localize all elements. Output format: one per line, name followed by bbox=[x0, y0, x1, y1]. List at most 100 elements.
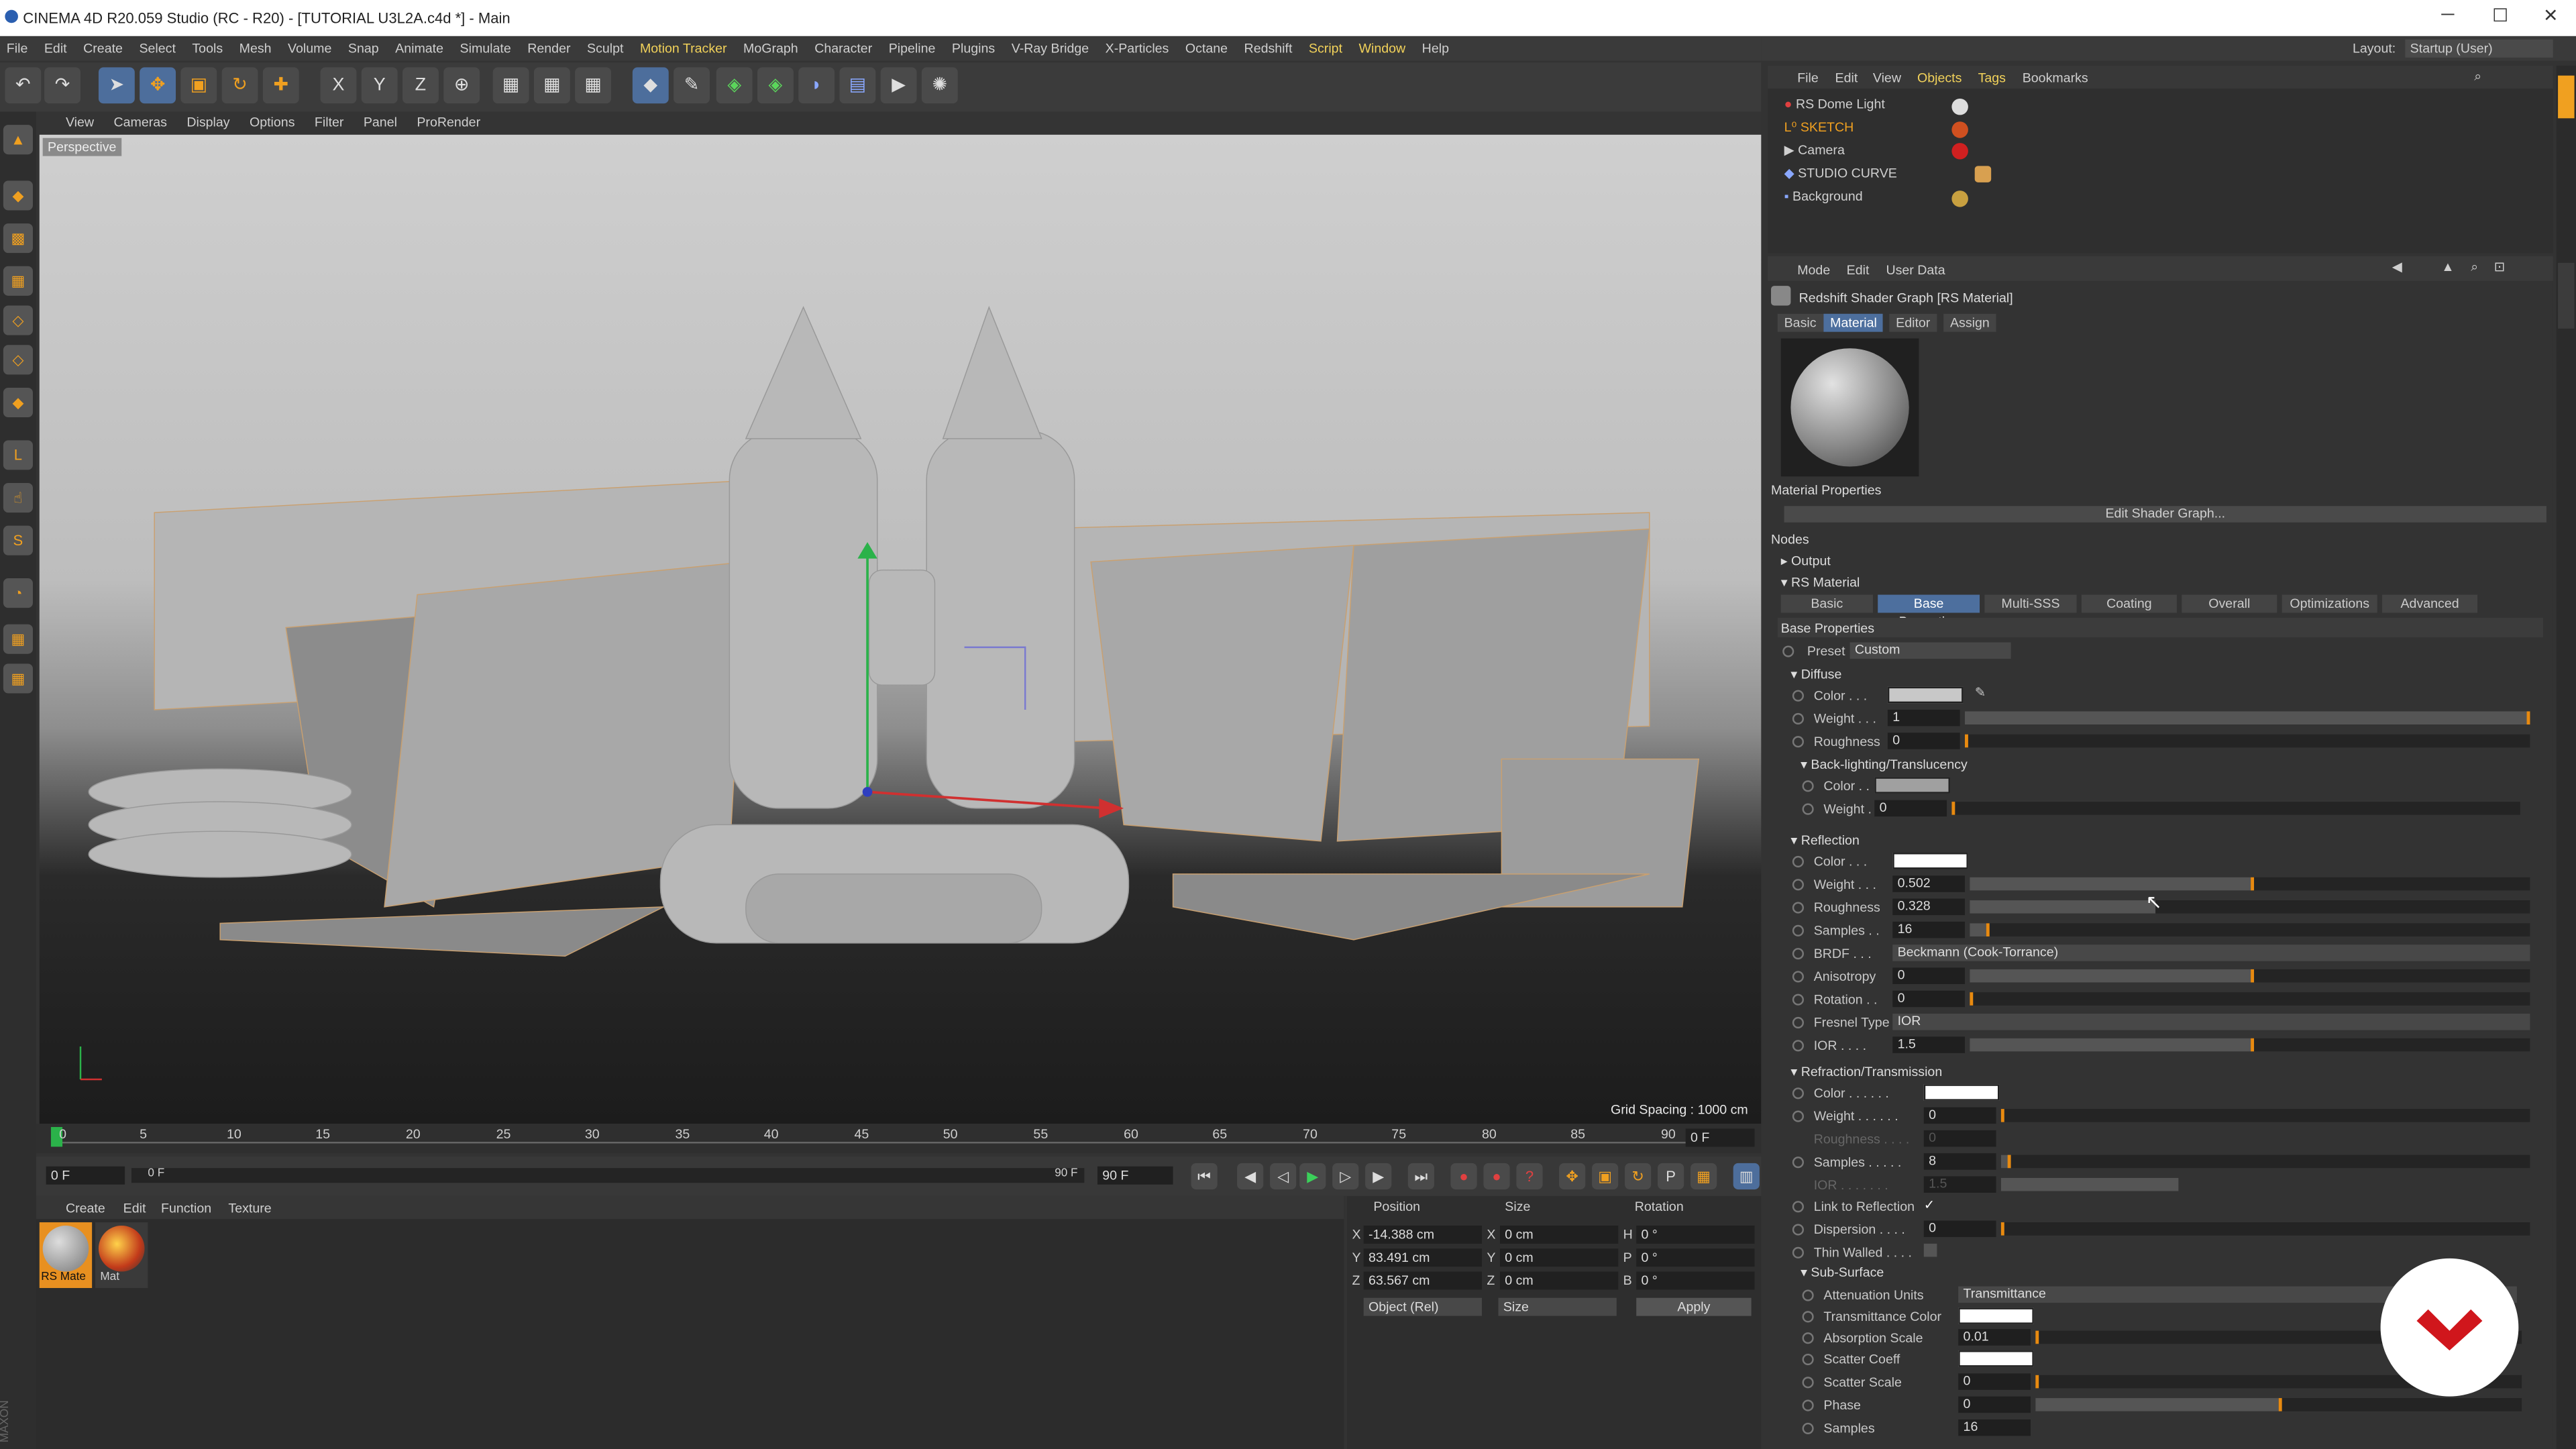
subtab-coating[interactable]: Coating bbox=[2081, 594, 2177, 613]
link-to-reflection-checkbox[interactable]: ✓ bbox=[1924, 1197, 1935, 1212]
reflection-section[interactable]: ▾ Reflection bbox=[1790, 833, 1859, 848]
tweak-mode-icon[interactable]: ☝ bbox=[3, 483, 33, 513]
menu-window[interactable]: Window bbox=[1359, 36, 1406, 61]
size-mode-dropdown[interactable]: Size bbox=[1498, 1297, 1617, 1316]
subtab-multi-sss[interactable]: Multi-SSS bbox=[1984, 594, 2077, 613]
obj-menu-view[interactable]: View bbox=[1873, 70, 1901, 85]
workplane-icon[interactable]: ▦ bbox=[3, 266, 33, 296]
rs-material-node[interactable]: ▾ RS Material bbox=[1781, 575, 1860, 590]
phase-field[interactable]: 0 bbox=[1958, 1396, 2031, 1413]
y-axis-icon[interactable]: Y bbox=[361, 67, 398, 104]
deformer-icon[interactable]: ◗ bbox=[798, 67, 835, 104]
refr-weight-anim-icon[interactable] bbox=[1792, 1110, 1805, 1122]
diffuse-roughness-slider[interactable] bbox=[1965, 734, 2530, 748]
mat-menu-edit[interactable]: Edit bbox=[123, 1201, 146, 1216]
vp-menu-filter[interactable]: Filter bbox=[315, 112, 344, 135]
play-icon[interactable]: ▶ bbox=[1299, 1163, 1326, 1190]
record-icon[interactable]: ● bbox=[1450, 1163, 1477, 1190]
anisotropy-slider[interactable] bbox=[1970, 969, 2530, 983]
refraction-samples-field[interactable]: 8 bbox=[1923, 1153, 1996, 1170]
dispersion-anim-icon[interactable] bbox=[1792, 1224, 1805, 1236]
next-frame-icon[interactable]: ▷ bbox=[1332, 1163, 1359, 1190]
coordinate-mode-dropdown[interactable]: Object (Rel) bbox=[1363, 1297, 1482, 1316]
eyedropper-icon[interactable]: ✎ bbox=[1975, 685, 1986, 700]
obj-menu-bookmarks[interactable]: Bookmarks bbox=[2023, 70, 2088, 85]
mat-menu-create[interactable]: Create bbox=[66, 1201, 105, 1216]
position-y-field[interactable]: 83.491 cm bbox=[1363, 1248, 1482, 1267]
tab-editor[interactable]: Editor bbox=[1889, 313, 1937, 332]
anisotropy-field[interactable]: 0 bbox=[1892, 967, 1966, 984]
vp-menu-prorender[interactable]: ProRender bbox=[417, 112, 480, 135]
refl-weight-anim-icon[interactable] bbox=[1792, 879, 1805, 891]
absorption-scale-field[interactable]: 0.01 bbox=[1958, 1329, 2031, 1346]
object-row-background[interactable]: ▪ Background bbox=[1784, 189, 1863, 204]
menu-mograph[interactable]: MoGraph bbox=[743, 36, 798, 61]
fresnel-anim-icon[interactable] bbox=[1792, 1016, 1805, 1029]
3d-viewport[interactable]: Perspective Grid Spacing : 1000 cm bbox=[39, 134, 1762, 1124]
dispersion-slider[interactable] bbox=[2000, 1222, 2530, 1236]
key-rotation-icon[interactable]: ↻ bbox=[1625, 1163, 1652, 1190]
edit-shader-graph-button[interactable]: Edit Shader Graph... bbox=[1784, 506, 2546, 523]
rotate-tool-icon[interactable]: ↻ bbox=[221, 67, 258, 104]
autokey-icon[interactable]: ● bbox=[1483, 1163, 1510, 1190]
polygons-mode-icon[interactable]: ◆ bbox=[3, 387, 33, 418]
diffuse-weight-slider[interactable] bbox=[1965, 711, 2530, 725]
scatter-scale-field[interactable]: 0 bbox=[1958, 1373, 2031, 1390]
reflection-samples-field[interactable]: 16 bbox=[1892, 921, 1966, 938]
layout-dropdown[interactable]: Startup (User) bbox=[2405, 39, 2553, 58]
object-row-camera[interactable]: ▶ Camera bbox=[1784, 143, 1845, 158]
scale-tool-icon[interactable]: ▣ bbox=[180, 67, 217, 104]
obj-menu-file[interactable]: File bbox=[1797, 70, 1819, 85]
minimize-icon[interactable]: ─ bbox=[2441, 5, 2454, 24]
frame-range-slider[interactable]: 0 F 90 F bbox=[131, 1168, 1085, 1183]
position-x-field[interactable]: -14.388 cm bbox=[1363, 1225, 1482, 1244]
sss-samples-anim-icon[interactable] bbox=[1802, 1422, 1814, 1434]
diffuse-weight-field[interactable]: 1 bbox=[1887, 709, 1960, 727]
atten-anim-icon[interactable] bbox=[1802, 1289, 1814, 1301]
material-mat[interactable]: Mat bbox=[95, 1222, 148, 1289]
subtab-base-properties[interactable]: Base Properties bbox=[1878, 594, 1980, 629]
brdf-anim-icon[interactable] bbox=[1792, 948, 1805, 960]
refl-rough-anim-icon[interactable] bbox=[1792, 902, 1805, 914]
subsurface-section[interactable]: ▾ Sub-Surface bbox=[1801, 1265, 1884, 1280]
pen-icon[interactable]: ✎ bbox=[674, 67, 710, 104]
position-z-field[interactable]: 63.567 cm bbox=[1363, 1271, 1482, 1290]
key-scale-icon[interactable]: ▣ bbox=[1592, 1163, 1619, 1190]
tag-dome-icon[interactable] bbox=[1951, 98, 1968, 115]
rotation-slider[interactable] bbox=[1970, 992, 2530, 1006]
aniso-anim-icon[interactable] bbox=[1792, 971, 1805, 983]
rotation-b-field[interactable]: 0 ° bbox=[1636, 1271, 1755, 1290]
refr-color-anim-icon[interactable] bbox=[1792, 1087, 1805, 1099]
rotation-field[interactable]: 0 bbox=[1892, 990, 1966, 1008]
menu-simulate[interactable]: Simulate bbox=[460, 36, 511, 61]
menu-pipeline[interactable]: Pipeline bbox=[889, 36, 936, 61]
phase-anim-icon[interactable] bbox=[1802, 1399, 1814, 1411]
tag-sketch-icon[interactable] bbox=[1951, 121, 1968, 138]
vp-menu-view[interactable]: View bbox=[66, 112, 94, 135]
model-mode-icon[interactable]: ◆ bbox=[3, 180, 33, 211]
x-axis-icon[interactable]: X bbox=[320, 67, 357, 104]
key-param-icon[interactable]: P bbox=[1658, 1163, 1684, 1190]
render-view-icon[interactable]: ▦ bbox=[492, 67, 529, 104]
refraction-samples-slider[interactable] bbox=[2000, 1155, 2530, 1169]
subtab-advanced[interactable]: Advanced bbox=[2382, 594, 2478, 613]
obj-menu-tags[interactable]: Tags bbox=[1978, 70, 2006, 85]
snap-icon[interactable]: S bbox=[3, 525, 33, 555]
timeline-ruler[interactable]: 0 5 10 15 20 25 30 35 40 45 50 55 60 65 … bbox=[36, 1124, 1762, 1154]
menu-help[interactable]: Help bbox=[1422, 36, 1449, 61]
menu-volume[interactable]: Volume bbox=[288, 36, 331, 61]
vp-menu-display[interactable]: Display bbox=[186, 112, 229, 135]
dispersion-field[interactable]: 0 bbox=[1923, 1220, 1996, 1238]
menu-vray-bridge[interactable]: V-Ray Bridge bbox=[1012, 36, 1089, 61]
search-attr-icon[interactable]: ⌕ bbox=[2471, 260, 2478, 276]
subtab-basic[interactable]: Basic bbox=[1780, 594, 1873, 613]
backlight-weight-slider[interactable] bbox=[1951, 802, 2520, 815]
refraction-color-swatch[interactable] bbox=[1923, 1084, 2000, 1101]
end-frame-field[interactable]: 90 F bbox=[1097, 1166, 1173, 1185]
tab-assign[interactable]: Assign bbox=[1943, 313, 1996, 332]
previous-key-icon[interactable]: ◀ bbox=[1237, 1163, 1264, 1190]
diffuse-rough-anim-icon[interactable] bbox=[1792, 736, 1805, 748]
rotation-h-field[interactable]: 0 ° bbox=[1636, 1225, 1755, 1244]
previous-frame-icon[interactable]: ◁ bbox=[1270, 1163, 1297, 1190]
thin-walled-anim-icon[interactable] bbox=[1792, 1246, 1805, 1258]
